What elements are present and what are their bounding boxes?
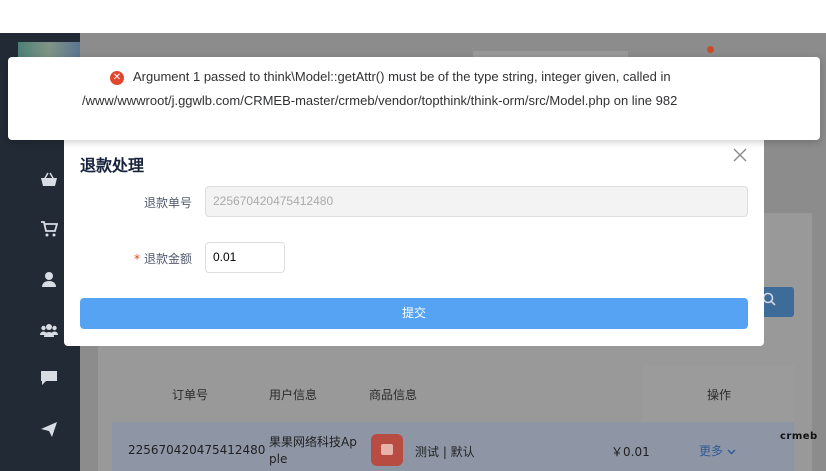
row-product-spec: 测试 | 默认 bbox=[415, 445, 475, 459]
header-order-no: 订单号 bbox=[172, 388, 209, 402]
order-no-label: 退款单号 bbox=[143, 196, 192, 210]
send-icon[interactable] bbox=[38, 421, 60, 443]
row-user-line2: ple bbox=[269, 452, 288, 466]
refund-amount-input[interactable]: 0.01 bbox=[205, 242, 285, 273]
submit-button[interactable]: 提交 bbox=[80, 298, 748, 329]
users-icon[interactable] bbox=[38, 321, 60, 343]
header-product-info: 商品信息 bbox=[369, 388, 418, 402]
error-toast: ✕ Argument 1 passed to think\Model::getA… bbox=[8, 57, 820, 140]
toast-message-line2: /www/wwwroot/j.ggwlb.com/CRMEB-master/cr… bbox=[82, 93, 678, 108]
toast-message-line1: Argument 1 passed to think\Model::getAtt… bbox=[133, 69, 671, 84]
refund-order-no-input[interactable]: 225670420475412480 bbox=[205, 186, 748, 217]
basket-icon[interactable] bbox=[38, 172, 60, 194]
refund-modal: 退款处理 退款单号 225670420475412480 * 退款金额 0.01 … bbox=[64, 130, 764, 346]
chevron-down-icon bbox=[727, 449, 736, 455]
search-icon bbox=[762, 292, 776, 306]
error-icon: ✕ bbox=[110, 71, 124, 85]
required-marker: * bbox=[133, 252, 140, 266]
row-user-line1: 果果网络科技Ap bbox=[269, 435, 357, 449]
more-label: 更多 bbox=[699, 444, 724, 458]
amount-label-text: 退款金额 bbox=[143, 252, 192, 266]
notification-dot bbox=[707, 46, 714, 53]
header-user-info: 用户信息 bbox=[269, 388, 318, 402]
more-dropdown[interactable]: 更多 bbox=[699, 442, 736, 459]
row-price: ￥0.01 bbox=[611, 445, 650, 459]
cart-icon[interactable] bbox=[38, 221, 60, 243]
top-bar bbox=[0, 0, 826, 33]
row-order-no: 225670420475412480 bbox=[128, 443, 266, 457]
product-thumbnail-glyph bbox=[381, 444, 393, 455]
close-icon[interactable] bbox=[732, 148, 748, 164]
amount-label: * 退款金额 bbox=[122, 250, 192, 267]
modal-title: 退款处理 bbox=[80, 156, 145, 175]
chat-icon[interactable] bbox=[38, 370, 60, 392]
brand-watermark: crmeb bbox=[780, 431, 818, 442]
user-icon[interactable] bbox=[38, 271, 60, 293]
header-actions: 操作 bbox=[707, 388, 732, 402]
